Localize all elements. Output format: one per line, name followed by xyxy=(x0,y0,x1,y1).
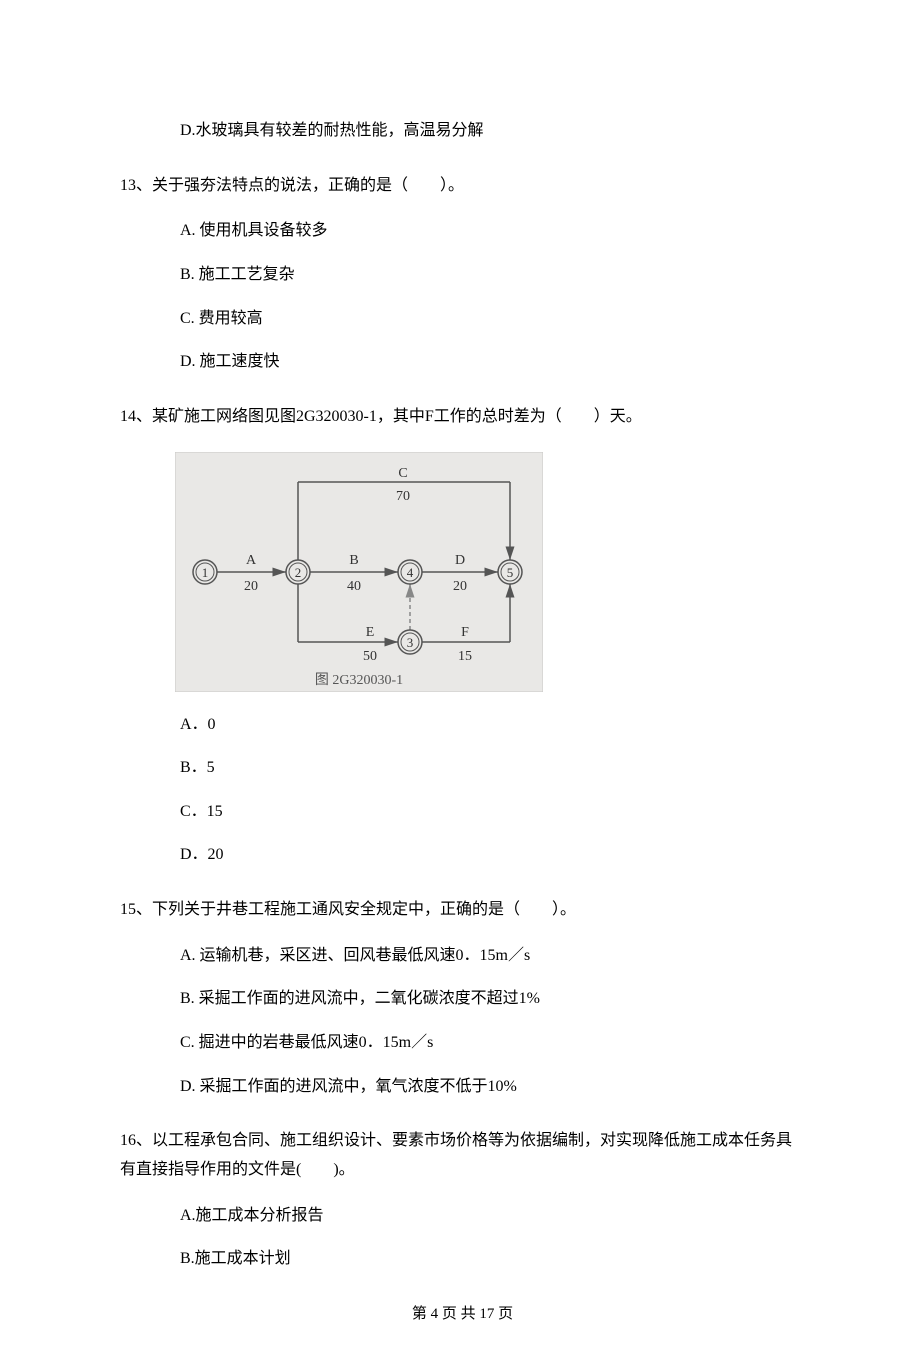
svg-text:3: 3 xyxy=(407,635,414,650)
diagram-caption: 图 2G320030-1 xyxy=(315,673,403,688)
q16-stem: 16、以工程承包合同、施工组织设计、要素市场价格等为依据编制，对实现降低施工成本… xyxy=(120,1127,805,1185)
q13-option-d: D. 施工速度快 xyxy=(180,349,805,375)
svg-text:4: 4 xyxy=(407,565,414,580)
q14-option-c: C．15 xyxy=(180,799,805,825)
edge-d-label: D xyxy=(455,553,465,568)
edge-b-label: B xyxy=(349,553,358,568)
edge-b-dur: 40 xyxy=(347,579,361,594)
q15-option-d: D. 采掘工作面的进风流中，氧气浓度不低于10% xyxy=(180,1074,805,1100)
q16-option-a: A.施工成本分析报告 xyxy=(180,1203,805,1229)
q14-diagram: C 70 A 20 B 40 D 20 E 50 F 15 xyxy=(175,452,805,692)
q14-option-b: B．5 xyxy=(180,755,805,781)
node-2: 2 xyxy=(286,560,310,584)
node-5: 5 xyxy=(498,560,522,584)
edge-f-dur: 15 xyxy=(458,649,472,664)
q15-stem: 15、下列关于井巷工程施工通风安全规定中，正确的是（ ）。 xyxy=(120,896,805,925)
edge-a-dur: 20 xyxy=(244,579,258,594)
q15-option-b: B. 采掘工作面的进风流中，二氧化碳浓度不超过1% xyxy=(180,986,805,1012)
page-footer: 第 4 页 共 17 页 xyxy=(120,1302,805,1323)
node-4: 4 xyxy=(398,560,422,584)
q15-option-c: C. 掘进中的岩巷最低风速0．15m／s xyxy=(180,1030,805,1056)
node-3: 3 xyxy=(398,630,422,654)
q13-option-c: C. 费用较高 xyxy=(180,306,805,332)
q14-stem: 14、某矿施工网络图见图2G320030-1，其中F工作的总时差为（ ）天。 xyxy=(120,403,805,432)
q13-stem: 13、关于强夯法特点的说法，正确的是（ ）。 xyxy=(120,172,805,201)
network-diagram-svg: C 70 A 20 B 40 D 20 E 50 F 15 xyxy=(175,452,543,692)
q16-option-b: B.施工成本计划 xyxy=(180,1246,805,1272)
edge-d-dur: 20 xyxy=(453,579,467,594)
q14-option-d: D．20 xyxy=(180,842,805,868)
edge-e-label: E xyxy=(366,625,375,640)
edge-a-label: A xyxy=(246,553,257,568)
q14-option-a: A．0 xyxy=(180,712,805,738)
svg-text:5: 5 xyxy=(507,565,514,580)
svg-text:2: 2 xyxy=(295,565,302,580)
node-1: 1 xyxy=(193,560,217,584)
edge-f-label: F xyxy=(461,625,469,640)
edge-c-label: C xyxy=(398,466,407,481)
svg-text:1: 1 xyxy=(202,565,209,580)
edge-c-dur: 70 xyxy=(396,489,410,504)
q15-option-a: A. 运输机巷，采区进、回风巷最低风速0．15m／s xyxy=(180,943,805,969)
q12-option-d: D.水玻璃具有较差的耐热性能，高温易分解 xyxy=(180,118,805,144)
edge-e-dur: 50 xyxy=(363,649,377,664)
q13-option-b: B. 施工工艺复杂 xyxy=(180,262,805,288)
q13-option-a: A. 使用机具设备较多 xyxy=(180,218,805,244)
